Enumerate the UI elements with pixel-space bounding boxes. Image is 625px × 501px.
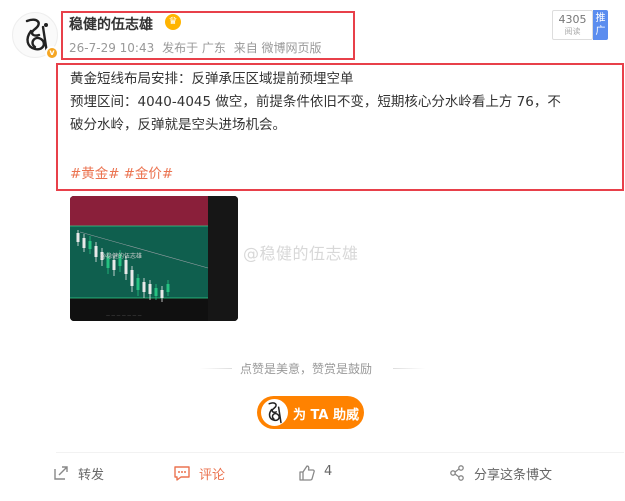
topic-tag-gold-price[interactable]: #金价# xyxy=(124,166,174,182)
reward-note: 点赞是美意，赞赏是鼓励 xyxy=(240,362,373,376)
svg-text:— — — — — — —: — — — — — — — xyxy=(106,313,142,318)
promote-tag[interactable]: 推广 xyxy=(593,10,608,40)
comment-icon xyxy=(174,466,190,481)
post-source: 来自 微博网页版 xyxy=(233,41,322,55)
post-meta: 26-7-29 10:43 发布于 广东 来自 微博网页版 xyxy=(69,39,326,56)
comment-button[interactable]: 评论 xyxy=(173,463,253,483)
username[interactable]: 稳健的伍志雄 xyxy=(69,14,153,34)
comment-label: 评论 xyxy=(199,468,226,483)
post-line: 破分水岭，反弹就是空头进场机会。 xyxy=(70,117,286,133)
share-button[interactable]: 分享这条博文 xyxy=(448,463,568,483)
like-button[interactable]: 4 xyxy=(298,463,358,483)
read-label: 阅读 xyxy=(564,27,581,36)
post-time[interactable]: 26-7-29 10:43 xyxy=(69,41,154,55)
image-watermark: @稳健的伍志雄 xyxy=(100,252,142,260)
post-line: 黄金短线布局安排：反弹承压区域提前预埋空单 xyxy=(70,71,354,87)
post-line: 预埋区间：4040-4045 做空，前提条件依旧不变，短期核心分水岭看上方 76… xyxy=(70,94,561,110)
reward-button[interactable]: 为 TA 助威 xyxy=(257,396,364,429)
reward-divider: 点赞是美意，赞赏是鼓励 xyxy=(200,358,425,378)
resistance-zone xyxy=(70,196,208,226)
weibo-watermark: @稳健的伍志雄 xyxy=(243,244,359,263)
post-body: 黄金短线布局安排：反弹承压区域提前预埋空单 预埋区间：4040-4045 做空，… xyxy=(70,68,615,137)
read-count: 4305 xyxy=(558,13,587,26)
like-count: 4 xyxy=(324,464,333,479)
candlestick-chart-image: @稳健的伍志雄 — — — — — — — xyxy=(70,196,238,321)
share-label: 分享这条博文 xyxy=(474,468,553,483)
forward-label: 转发 xyxy=(78,468,105,483)
forward-icon xyxy=(54,466,68,480)
verified-badge-icon: v xyxy=(45,46,59,60)
forward-button[interactable]: 转发 xyxy=(52,463,132,483)
crown-icon[interactable]: ♛ xyxy=(165,14,181,30)
thumbs-up-icon xyxy=(299,465,315,481)
topic-tag-gold[interactable]: #黄金# xyxy=(70,166,120,182)
footer-divider xyxy=(56,452,624,453)
post-image[interactable]: @稳健的伍志雄 — — — — — — — xyxy=(70,196,238,321)
post-location: 发布于 广东 xyxy=(162,41,226,55)
reward-avatar xyxy=(261,399,288,426)
share-icon xyxy=(450,465,464,481)
read-count-box: 4305 阅读 xyxy=(552,10,593,40)
reward-label: 为 TA 助威 xyxy=(293,408,359,423)
calligraphy-logo-icon xyxy=(268,402,282,424)
topic-tags: #黄金# #金价# xyxy=(70,162,177,182)
